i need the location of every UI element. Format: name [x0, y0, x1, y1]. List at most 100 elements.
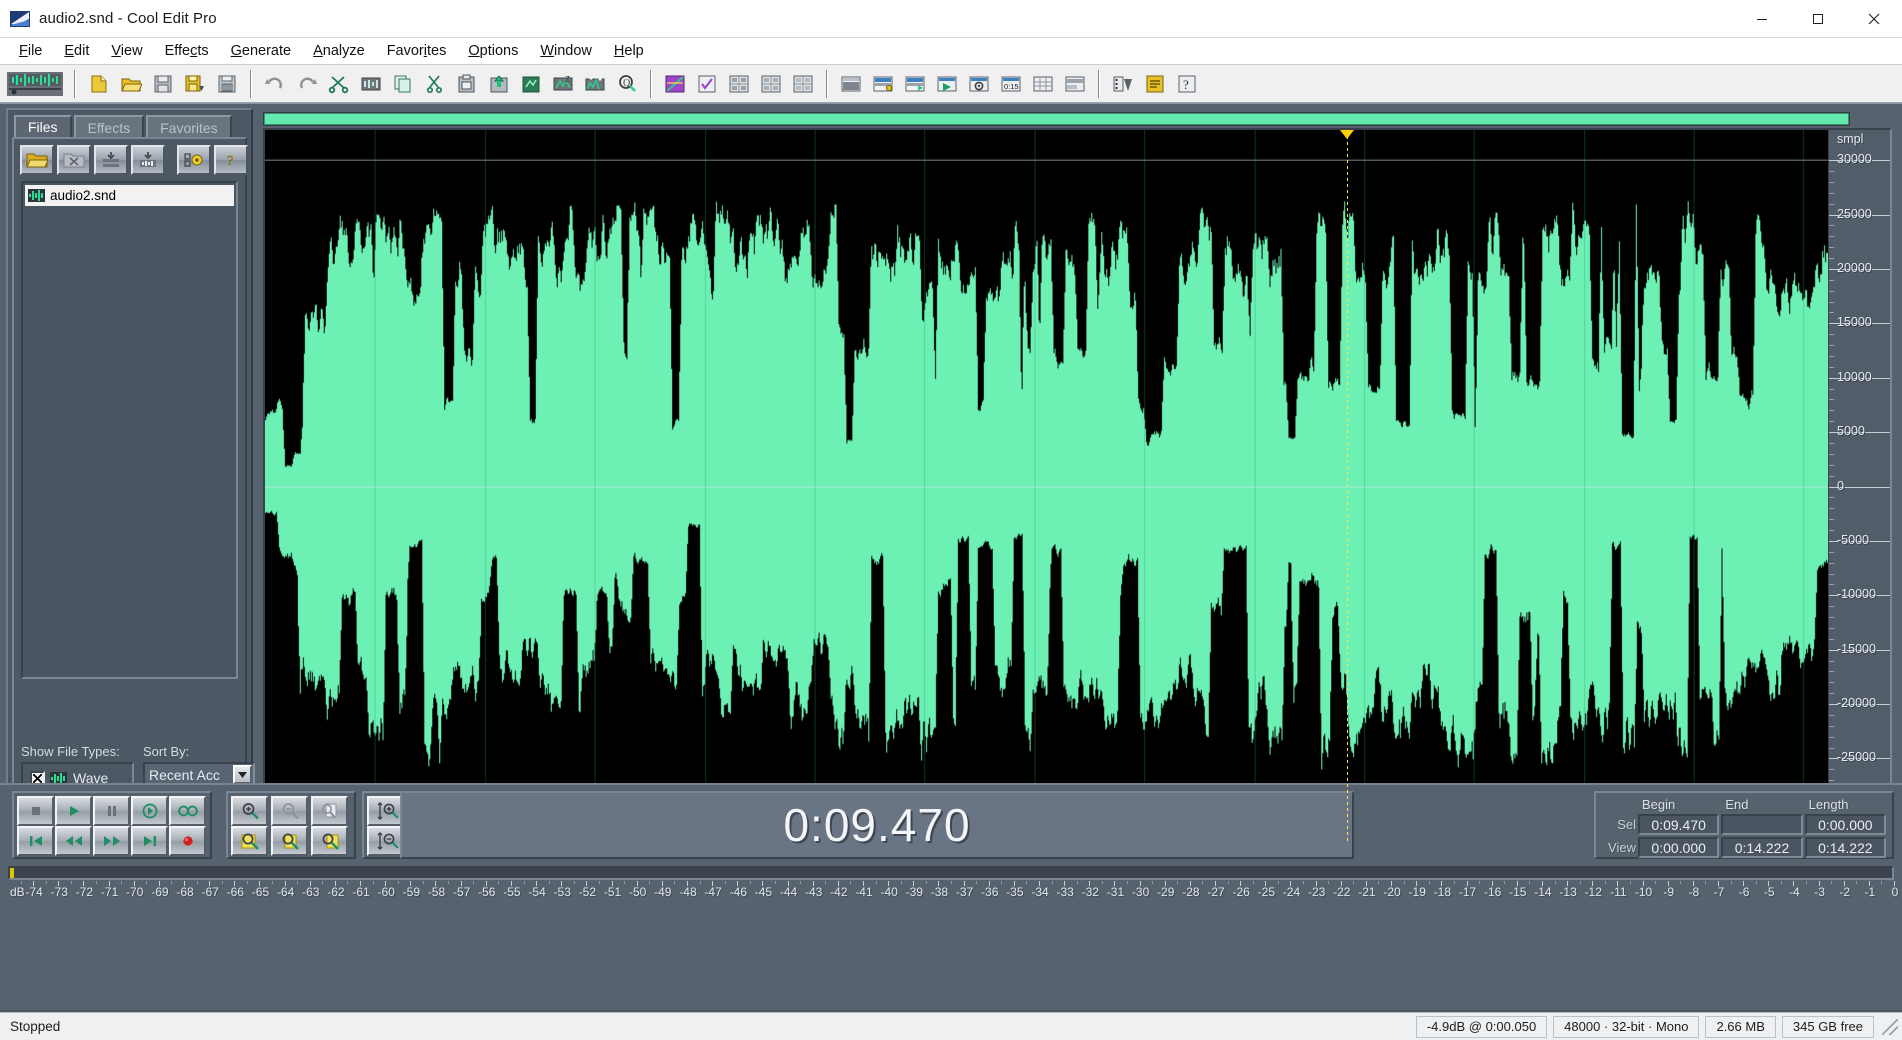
- amplitude-envelope-button[interactable]: [660, 68, 690, 99]
- db-meter-minor-tick: [1805, 881, 1807, 884]
- level-meter-button[interactable]: [1060, 68, 1090, 99]
- cut-button[interactable]: [420, 68, 450, 99]
- toolbar: Z Q 0:15 ?: [0, 65, 1902, 103]
- db-meter-tick: -35: [1006, 881, 1024, 899]
- edit-view-button[interactable]: [836, 68, 866, 99]
- file-options-button[interactable]: [177, 145, 211, 175]
- loop-play-button[interactable]: [964, 68, 994, 99]
- go-to-end-button[interactable]: [131, 826, 168, 856]
- minimize-button[interactable]: [1734, 0, 1790, 38]
- go-to-beginning-button[interactable]: [17, 826, 54, 856]
- zoom-to-selection-right-button[interactable]: [311, 826, 348, 856]
- phase-view-button[interactable]: [756, 68, 786, 99]
- close-button[interactable]: [1846, 0, 1902, 38]
- scripts-button[interactable]: [1108, 68, 1138, 99]
- open-file-panel-button[interactable]: [20, 145, 54, 175]
- menu-view[interactable]: View: [100, 40, 153, 62]
- view-end-field[interactable]: 0:14.222: [1721, 837, 1803, 858]
- record-button[interactable]: [169, 826, 206, 856]
- file-help-button[interactable]: ?: [214, 145, 248, 175]
- status-state: Stopped: [10, 1019, 61, 1034]
- sel-begin-field[interactable]: 0:09.470: [1638, 814, 1720, 835]
- open-file-button[interactable]: [116, 68, 146, 99]
- spectral-view-button[interactable]: [724, 68, 754, 99]
- waveform-canvas[interactable]: [265, 130, 1828, 843]
- play-toolbar-button[interactable]: [932, 68, 962, 99]
- tab-effects[interactable]: Effects: [73, 115, 145, 139]
- multitrack-view-button[interactable]: [868, 68, 898, 99]
- column-header-end: End: [1725, 797, 1749, 812]
- menu-generate[interactable]: Generate: [220, 40, 302, 62]
- level-meter[interactable]: dB -74 -73 -72 -71 -70 -69 -68 -67 -66 -65 -64 -63 -6…: [0, 863, 1902, 910]
- menu-help[interactable]: Help: [603, 40, 655, 62]
- db-meter-tick: -55: [503, 881, 521, 899]
- db-meter-tick: -57: [453, 881, 470, 899]
- find-beats-button[interactable]: [580, 68, 610, 99]
- trim-button[interactable]: [324, 68, 354, 99]
- zoom-selection-button[interactable]: Q: [612, 68, 642, 99]
- redo-button[interactable]: [292, 68, 322, 99]
- maximize-button[interactable]: [1790, 0, 1846, 38]
- play-button[interactable]: [55, 796, 92, 826]
- sel-length-field[interactable]: 0:00.000: [1804, 814, 1886, 835]
- db-meter-tick: -5: [1764, 881, 1775, 899]
- zoom-out-full-button[interactable]: [311, 796, 348, 826]
- horizontal-scrollbar[interactable]: [263, 112, 1850, 126]
- zoom-to-selection-button[interactable]: [271, 826, 308, 856]
- db-meter-tick: -26: [1233, 881, 1250, 899]
- new-file-button[interactable]: [84, 68, 114, 99]
- file-list[interactable]: audio2.snd: [21, 181, 238, 679]
- zoom-in-horizontal-button[interactable]: [231, 796, 268, 826]
- time-display[interactable]: 0:09.470: [400, 791, 1354, 859]
- fast-forward-button[interactable]: [93, 826, 130, 856]
- pause-button[interactable]: [93, 796, 130, 826]
- level-meter-track[interactable]: [8, 866, 1894, 880]
- save-as-button[interactable]: [180, 68, 210, 99]
- stop-button[interactable]: [17, 796, 54, 826]
- grid-snap-button[interactable]: [1028, 68, 1058, 99]
- sel-end-field[interactable]: [1721, 814, 1803, 835]
- zoom-out-horizontal-button[interactable]: [271, 796, 308, 826]
- insert-into-wave-button[interactable]: [131, 145, 165, 175]
- undo-button[interactable]: [260, 68, 290, 99]
- vertical-ruler-tick-label: 10000: [1837, 369, 1872, 384]
- tab-favorites[interactable]: Favorites: [146, 115, 232, 139]
- save-all-button[interactable]: [212, 68, 242, 99]
- play-to-end-button[interactable]: [131, 796, 168, 826]
- loop-infinite-button[interactable]: [169, 796, 206, 826]
- menu-favorites[interactable]: Favorites: [376, 40, 458, 62]
- list-item[interactable]: audio2.snd: [25, 185, 234, 206]
- rewind-button[interactable]: [55, 826, 92, 856]
- batch-button[interactable]: [1140, 68, 1170, 99]
- paste-button[interactable]: [452, 68, 482, 99]
- mix-paste-button[interactable]: [484, 68, 514, 99]
- help-button[interactable]: ?: [1172, 68, 1202, 99]
- menu-analyze[interactable]: Analyze: [302, 40, 376, 62]
- view-length-field[interactable]: 0:14.222: [1804, 837, 1886, 858]
- copy-button[interactable]: [388, 68, 418, 99]
- menu-effects[interactable]: Effects: [154, 40, 220, 62]
- pan-view-button[interactable]: [788, 68, 818, 99]
- select-all-button[interactable]: [356, 68, 386, 99]
- chevron-down-icon[interactable]: [233, 765, 252, 784]
- view-begin-field[interactable]: 0:00.000: [1638, 837, 1720, 858]
- insert-into-multitrack-button[interactable]: [94, 145, 128, 175]
- paste-to-new-button[interactable]: [516, 68, 546, 99]
- close-folder-button[interactable]: [57, 145, 91, 175]
- resize-grip[interactable]: [1882, 1018, 1898, 1035]
- menu-window[interactable]: Window: [529, 40, 603, 62]
- zoom-to-selection-left-button[interactable]: [231, 826, 268, 856]
- waveform-view-button[interactable]: [4, 68, 66, 99]
- check-marks-button[interactable]: [692, 68, 722, 99]
- menu-edit[interactable]: Edit: [53, 40, 100, 62]
- db-meter-minor-tick: [498, 881, 500, 884]
- db-meter-tick: -43: [805, 881, 822, 899]
- menu-file[interactable]: File: [8, 40, 53, 62]
- waveform-display[interactable]: [265, 130, 1828, 843]
- delete-selection-button[interactable]: Z: [548, 68, 578, 99]
- scrollbar-thumb[interactable]: [264, 113, 1849, 125]
- menu-options[interactable]: Options: [457, 40, 529, 62]
- save-button[interactable]: [148, 68, 178, 99]
- cd-view-button[interactable]: [900, 68, 930, 99]
- timer-button[interactable]: 0:15: [996, 68, 1026, 99]
